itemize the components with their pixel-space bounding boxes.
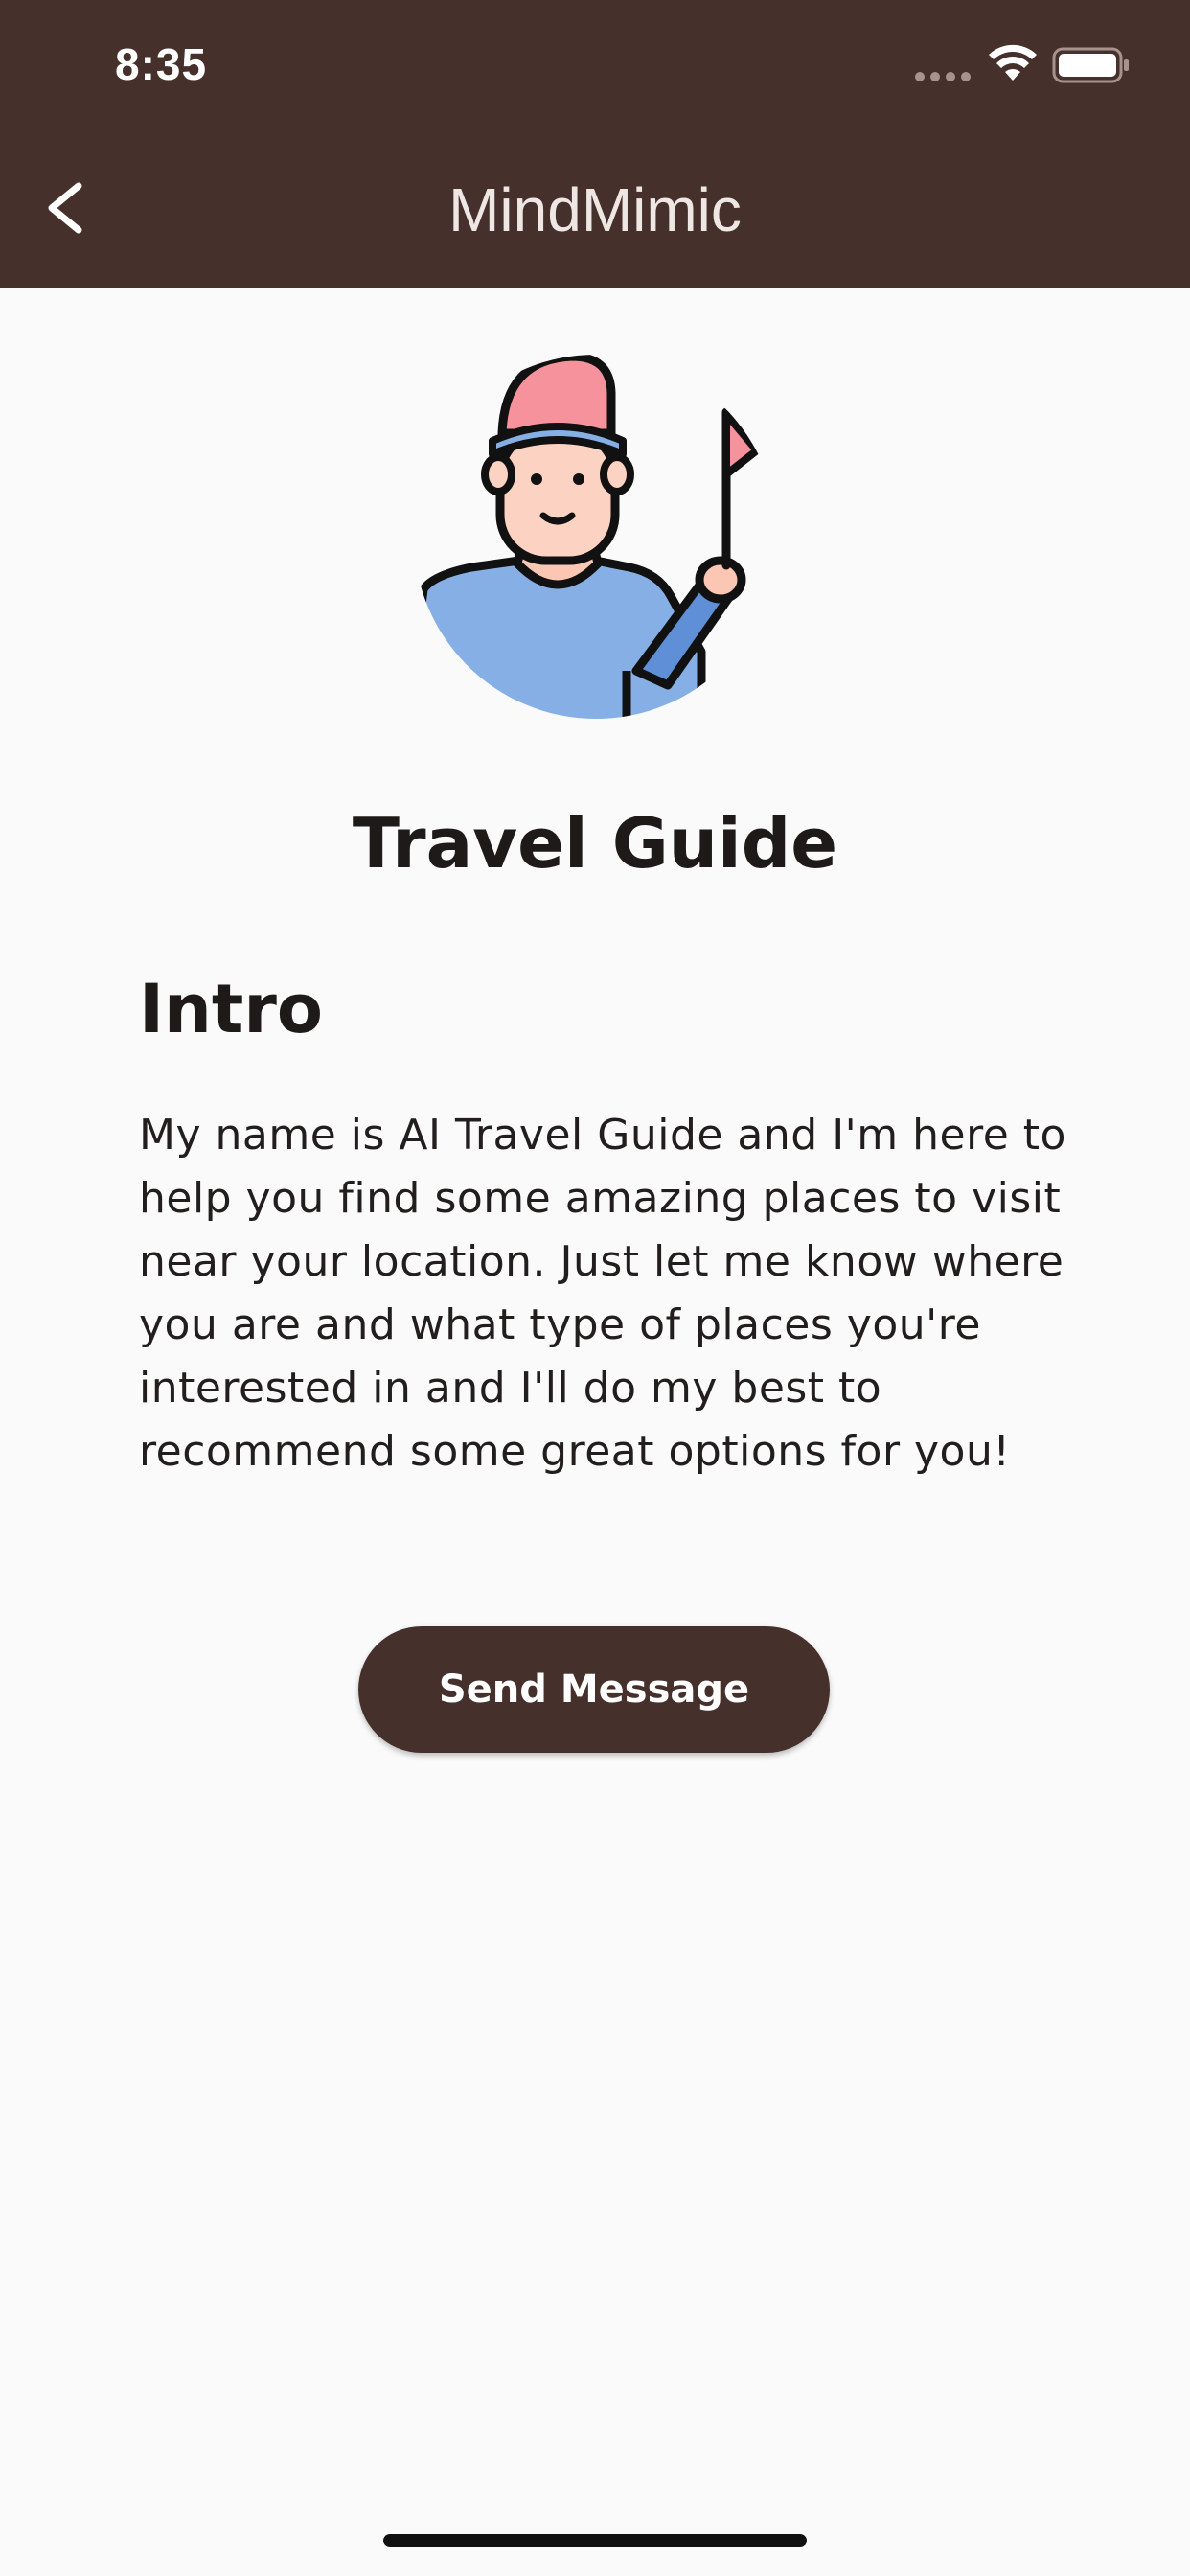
- battery-icon: [1052, 47, 1129, 83]
- intro-heading: Intro: [139, 970, 323, 1048]
- persona-name: Travel Guide: [352, 803, 838, 884]
- intro-text: My name is AI Travel Guide and I'm here …: [139, 1111, 1066, 1476]
- cellular-signal-icon: [915, 72, 971, 81]
- travel-guide-avatar: [414, 355, 761, 719]
- screen: 8:35 MindMimic Travel Guide Intro My nam…: [0, 0, 1190, 2576]
- app-bar: 8:35 MindMimic: [0, 0, 1190, 288]
- send-message-button[interactable]: Send Message: [358, 1626, 830, 1753]
- home-indicator[interactable]: [383, 2534, 807, 2547]
- page-title: MindMimic: [448, 175, 742, 244]
- wifi-icon: [989, 44, 1037, 80]
- status-time: 8:35: [115, 39, 208, 89]
